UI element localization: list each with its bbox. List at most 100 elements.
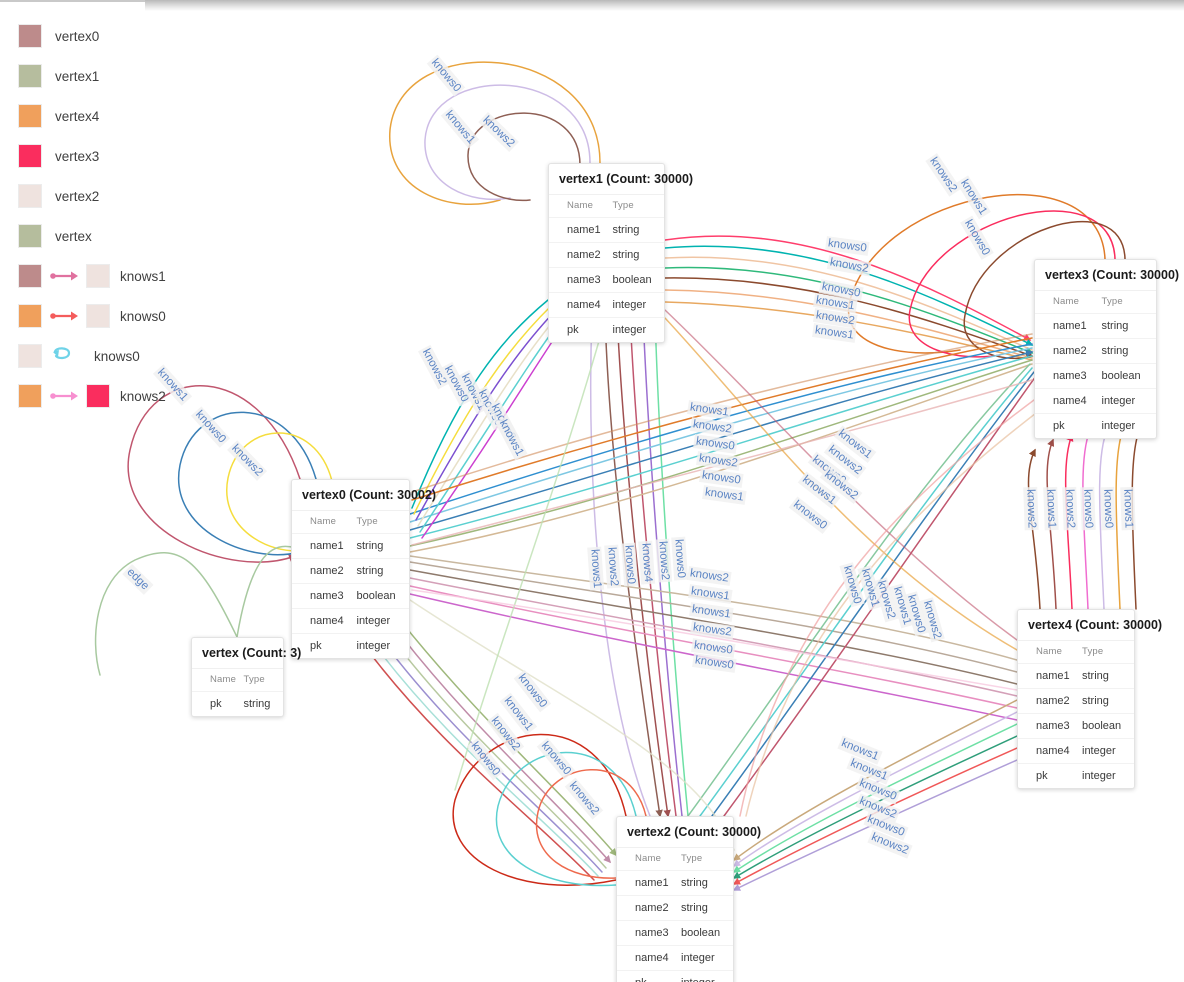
table-row[interactable]: pkinteger bbox=[1018, 762, 1134, 788]
field-type: boolean bbox=[675, 919, 733, 945]
field-type: string bbox=[350, 557, 409, 583]
table-row[interactable]: name1 string bbox=[549, 216, 664, 242]
node-schema-table: Name Type name1 string name2 string name3 boole… bbox=[1018, 639, 1134, 788]
field-type: integer bbox=[1076, 762, 1134, 788]
node-vertex1[interactable]: vertex1 (Count: 30000) Name Type name1 strin… bbox=[548, 163, 693, 343]
field-name: name3 bbox=[1035, 362, 1096, 388]
node-vertex[interactable]: vertex (Count: 3) Name Type pk string bbox=[191, 637, 301, 717]
field-type: integer bbox=[606, 316, 664, 342]
legend-swatch-icon bbox=[18, 144, 42, 168]
table-row[interactable]: name2 string bbox=[549, 241, 664, 267]
field-type: integer bbox=[675, 969, 733, 982]
legend-item-label: vertex2 bbox=[55, 188, 100, 204]
table-row[interactable]: name2 string bbox=[1018, 687, 1134, 713]
legend-edge-item-knows2-3[interactable]: knows2 bbox=[0, 376, 200, 416]
table-row[interactable]: pkinteger bbox=[1035, 412, 1156, 438]
table-header-row: Name Type bbox=[292, 509, 409, 533]
column-header-type: Type bbox=[237, 667, 283, 691]
field-type: integer bbox=[675, 944, 733, 970]
table-row[interactable]: name1 string bbox=[292, 532, 409, 558]
legend-source-swatch-icon bbox=[18, 384, 42, 408]
legend-item-vertex4[interactable]: vertex4 bbox=[0, 96, 200, 136]
field-name: name1 bbox=[549, 216, 607, 242]
table-row[interactable]: name4 integer bbox=[549, 291, 664, 317]
field-name: name4 bbox=[617, 944, 675, 970]
legend-edge-label: knows0 bbox=[94, 348, 140, 364]
field-type: integer bbox=[1076, 737, 1134, 763]
legend-item-vertex3[interactable]: vertex3 bbox=[0, 136, 200, 176]
column-header-name: Name bbox=[1018, 639, 1076, 663]
table-row[interactable]: pkinteger bbox=[549, 316, 664, 342]
field-name: name2 bbox=[617, 894, 675, 920]
table-row[interactable]: name4 integer bbox=[1035, 387, 1156, 413]
field-name: name1 bbox=[292, 532, 351, 558]
legend-edge-item-knows1-0[interactable]: knows1 bbox=[0, 256, 200, 296]
node-vertex4[interactable]: vertex4 (Count: 30000) Name Type name1 strin… bbox=[1017, 609, 1163, 789]
table-row[interactable]: pkinteger bbox=[617, 969, 733, 982]
table-row[interactable]: name4 integer bbox=[1018, 737, 1134, 763]
legend-source-swatch-icon bbox=[18, 344, 42, 368]
table-row[interactable]: name4 integer bbox=[617, 944, 733, 970]
field-type: string bbox=[1095, 337, 1156, 363]
node-vertex2[interactable]: vertex2 (Count: 30000) Name Type name1 strin… bbox=[616, 816, 761, 982]
field-name: name3 bbox=[292, 582, 351, 608]
field-type: string bbox=[350, 532, 409, 558]
column-header-type: Type bbox=[1076, 639, 1134, 663]
table-header-row: Name Type bbox=[192, 667, 283, 691]
table-row[interactable]: name2 string bbox=[1035, 337, 1156, 363]
legend-item-label: vertex3 bbox=[55, 148, 100, 164]
table-row[interactable]: pkinteger bbox=[292, 632, 409, 658]
field-name: pk bbox=[1035, 412, 1096, 438]
legend-item-vertex2[interactable]: vertex2 bbox=[0, 176, 200, 216]
table-row[interactable]: name2 string bbox=[292, 557, 409, 583]
table-row[interactable]: name3 boolean bbox=[292, 582, 409, 608]
legend-source-swatch-icon bbox=[18, 304, 42, 328]
table-row[interactable]: name4 integer bbox=[292, 607, 409, 633]
legend-swatch-icon bbox=[18, 184, 42, 208]
table-row[interactable]: name3 boolean bbox=[617, 919, 733, 945]
table-row[interactable]: name1 string bbox=[617, 869, 733, 895]
field-type: string bbox=[606, 241, 664, 267]
legend-edge-label: knows0 bbox=[120, 308, 166, 324]
table-row[interactable]: name2 string bbox=[617, 894, 733, 920]
field-name: pk bbox=[192, 690, 238, 716]
node-schema-table: Name Type name1 string name2 string name3 boole… bbox=[549, 193, 664, 342]
table-header-row: Name Type bbox=[549, 193, 664, 217]
node-title: vertex4 (Count: 30000) bbox=[1028, 618, 1163, 632]
legend-item-label: vertex1 bbox=[55, 68, 100, 84]
node-schema-table: Name Type name1 string name2 string name3 boole… bbox=[617, 846, 733, 982]
field-name: pk bbox=[1018, 762, 1076, 788]
field-type: string bbox=[606, 216, 664, 242]
field-name: name3 bbox=[1018, 712, 1076, 738]
column-header-name: Name bbox=[292, 509, 351, 533]
node-vertex3[interactable]: vertex3 (Count: 30000) Name Type name1 strin… bbox=[1034, 259, 1179, 439]
self-loop-icon bbox=[53, 347, 71, 360]
field-type: integer bbox=[1095, 412, 1156, 438]
field-type: string bbox=[675, 894, 733, 920]
field-type: integer bbox=[606, 291, 664, 317]
field-name: name1 bbox=[617, 869, 675, 895]
legend-edge-item-knows0-1[interactable]: knows0 bbox=[0, 296, 200, 336]
arrow-icon bbox=[50, 271, 78, 281]
node-vertex0[interactable]: vertex0 (Count: 30002) Name Type name1 strin… bbox=[291, 479, 436, 659]
arrow-icon bbox=[50, 391, 78, 401]
table-row[interactable]: name3 boolean bbox=[1035, 362, 1156, 388]
table-row[interactable]: name1 string bbox=[1018, 662, 1134, 688]
legend-edge-item-knows0-2[interactable]: knows0 bbox=[0, 336, 200, 376]
table-row[interactable]: name3 boolean bbox=[549, 266, 664, 292]
field-name: name4 bbox=[1018, 737, 1076, 763]
node-schema-table: Name Type name1 string name2 string name3 boole… bbox=[1035, 289, 1156, 438]
column-header-type: Type bbox=[350, 509, 409, 533]
legend-item-vertex0[interactable]: vertex0 bbox=[0, 16, 200, 56]
field-name: name3 bbox=[617, 919, 675, 945]
legend-target-swatch-icon bbox=[86, 384, 110, 408]
legend-swatch-icon bbox=[18, 24, 42, 48]
table-row[interactable]: name3 boolean bbox=[1018, 712, 1134, 738]
legend-item-vertex[interactable]: vertex bbox=[0, 216, 200, 256]
field-type: string bbox=[1076, 687, 1134, 713]
legend-item-vertex1[interactable]: vertex1 bbox=[0, 56, 200, 96]
field-type: integer bbox=[1095, 387, 1156, 413]
table-row[interactable]: pk string bbox=[192, 690, 283, 716]
table-row[interactable]: name1 string bbox=[1035, 312, 1156, 338]
legend-edge-label: knows1 bbox=[120, 268, 166, 284]
